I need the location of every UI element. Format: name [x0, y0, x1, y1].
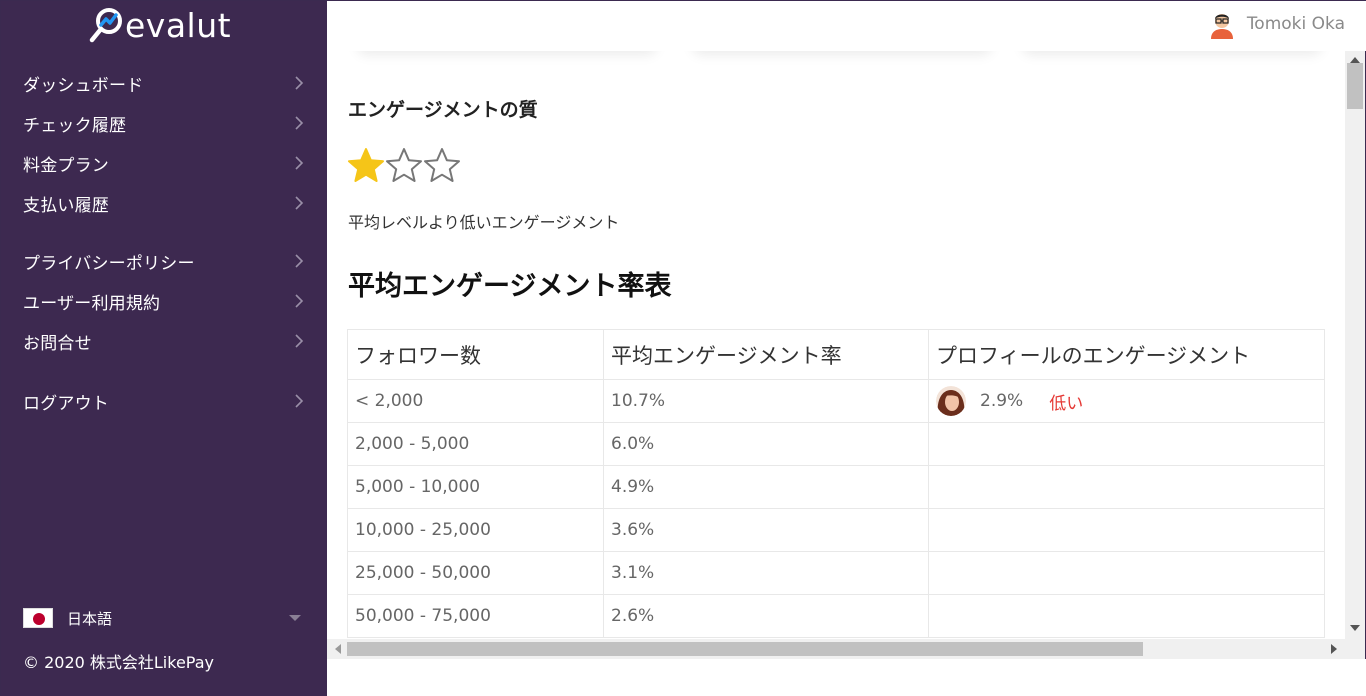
cell-avg-rate: 2.6% — [603, 594, 929, 638]
star-filled-icon — [348, 148, 384, 182]
sidebar-item[interactable]: ダッシュボード — [1, 63, 327, 103]
sidebar-item-label: 支払い履歴 — [23, 195, 109, 216]
cell-profile-engagement — [928, 422, 1325, 466]
chevron-right-icon — [295, 116, 304, 130]
sidebar-item-label: 料金プラン — [23, 155, 109, 176]
japan-flag-icon — [23, 608, 53, 628]
sidebar-item[interactable]: お問合せ — [1, 321, 327, 361]
star-outline-icon — [424, 148, 460, 182]
cell-followers: 10,000 - 25,000 — [347, 508, 604, 552]
sidebar-item[interactable]: 料金プラン — [1, 143, 327, 183]
user-menu[interactable]: Tomoki Oka — [1206, 9, 1345, 39]
scroll-right-arrow-icon[interactable] — [1331, 644, 1337, 654]
chevron-right-icon — [295, 196, 304, 210]
engagement-table-title: 平均エンゲージメント率表 — [348, 271, 672, 302]
chevron-right-icon — [295, 294, 304, 308]
language-label: 日本語 — [67, 609, 113, 628]
table-row: 10,000 - 25,000 3.6% — [347, 508, 1325, 552]
table-header-row: フォロワー数 平均エンゲージメント率 プロフィールのエンゲージメント — [347, 329, 1325, 380]
sidebar-item-label: プライバシーポリシー — [23, 253, 195, 274]
engagement-status-badge: 低い — [1049, 393, 1084, 414]
table-row: 50,000 - 75,000 2.6% — [347, 594, 1325, 638]
column-header-followers: フォロワー数 — [347, 329, 604, 380]
horizontal-scroll-thumb[interactable] — [347, 642, 1143, 656]
sidebar-item-label: ユーザー利用規約 — [23, 293, 161, 314]
scroll-down-arrow-icon[interactable] — [1350, 625, 1360, 631]
sidebar-item-label: ログアウト — [23, 393, 109, 414]
profile-engagement-value: 2.9% 低い — [936, 386, 1324, 416]
cell-profile-engagement — [928, 465, 1325, 509]
nav-group-account: ログアウト — [1, 381, 327, 421]
sidebar-item[interactable]: チェック履歴 — [1, 103, 327, 143]
cell-avg-rate: 3.6% — [603, 508, 929, 552]
user-avatar-icon — [1206, 9, 1237, 39]
sidebar-item[interactable]: ユーザー利用規約 — [1, 281, 327, 321]
copyright-text: © 2020 株式会社LikePay — [23, 653, 214, 672]
bottom-blank-area — [327, 659, 1366, 696]
engagement-quality-description: 平均レベルより低いエンゲージメント — [348, 213, 620, 232]
top-header: Tomoki Oka — [327, 1, 1366, 51]
sidebar-item[interactable]: 支払い履歴 — [1, 183, 327, 223]
brand-logo[interactable]: evalut — [89, 5, 231, 47]
chevron-right-icon — [295, 334, 304, 348]
table-row: < 2,000 10.7% 2.9% 低い — [347, 379, 1325, 423]
vertical-scrollbar[interactable] — [1345, 51, 1365, 639]
cell-followers: 5,000 - 10,000 — [347, 465, 604, 509]
user-name: Tomoki Oka — [1246, 14, 1345, 34]
cell-profile-engagement — [928, 594, 1325, 638]
quality-rating — [347, 147, 461, 185]
horizontal-scrollbar[interactable] — [327, 639, 1345, 659]
table-row: 5,000 - 10,000 4.9% — [347, 465, 1325, 509]
cell-profile-engagement — [928, 508, 1325, 552]
logo-magnifier-icon — [89, 8, 122, 43]
table-row: 25,000 - 50,000 3.1% — [347, 551, 1325, 595]
nav-group-main: ダッシュボード チェック履歴 料金プラン支払い履歴 — [1, 63, 327, 223]
cell-followers: 2,000 - 5,000 — [347, 422, 604, 466]
engagement-quality-title: エンゲージメントの質 — [348, 99, 538, 121]
sidebar-item-label: ダッシュボード — [23, 75, 144, 96]
sidebar-item[interactable]: プライバシーポリシー — [1, 241, 327, 281]
chevron-right-icon — [295, 156, 304, 170]
sidebar-item[interactable]: ログアウト — [1, 381, 327, 421]
cell-profile-engagement: 2.9% 低い — [928, 379, 1325, 423]
cell-avg-rate: 6.0% — [603, 422, 929, 466]
scrollbar-corner — [1345, 639, 1365, 659]
sidebar: evalut ダッシュボード チェック履歴 料金プラン支払い履歴 プライバシーポリシ… — [1, 1, 327, 696]
cell-avg-rate: 3.1% — [603, 551, 929, 595]
sidebar-item-label: お問合せ — [23, 333, 92, 354]
cell-profile-engagement — [928, 551, 1325, 595]
profile-avatar-icon — [936, 386, 966, 416]
main-content: エンゲージメントの質 平均レベルより低いエンゲージメント 平均エンゲージメント率… — [327, 51, 1345, 639]
brand-name: evalut — [125, 6, 232, 45]
chevron-right-icon — [295, 76, 304, 90]
caret-down-icon — [289, 615, 301, 621]
chevron-right-icon — [295, 394, 304, 408]
cell-avg-rate: 4.9% — [603, 465, 929, 509]
cell-followers: < 2,000 — [347, 379, 604, 423]
chevron-right-icon — [295, 254, 304, 268]
sidebar-item-label: チェック履歴 — [23, 115, 127, 136]
star-outline-icon — [386, 148, 422, 182]
cell-avg-rate: 10.7% — [603, 379, 929, 423]
app-window: evalut ダッシュボード チェック履歴 料金プラン支払い履歴 プライバシーポリシ… — [0, 0, 1366, 696]
nav-group-legal: プライバシーポリシー ユーザー利用規約 お問合せ — [1, 241, 327, 361]
scroll-left-arrow-icon[interactable] — [335, 644, 341, 654]
column-header-avg-rate: 平均エンゲージメント率 — [603, 329, 929, 380]
cell-followers: 25,000 - 50,000 — [347, 551, 604, 595]
column-header-profile-engagement: プロフィールのエンゲージメント — [928, 329, 1325, 380]
profile-engagement-rate: 2.9% — [980, 391, 1024, 411]
table-row: 2,000 - 5,000 6.0% — [347, 422, 1325, 466]
cell-followers: 50,000 - 75,000 — [347, 594, 604, 638]
engagement-rate-table: フォロワー数 平均エンゲージメント率 プロフィールのエンゲージメント < 2,0… — [347, 329, 1325, 638]
vertical-scroll-thumb[interactable] — [1347, 63, 1363, 109]
language-selector[interactable]: 日本語 — [23, 604, 303, 632]
